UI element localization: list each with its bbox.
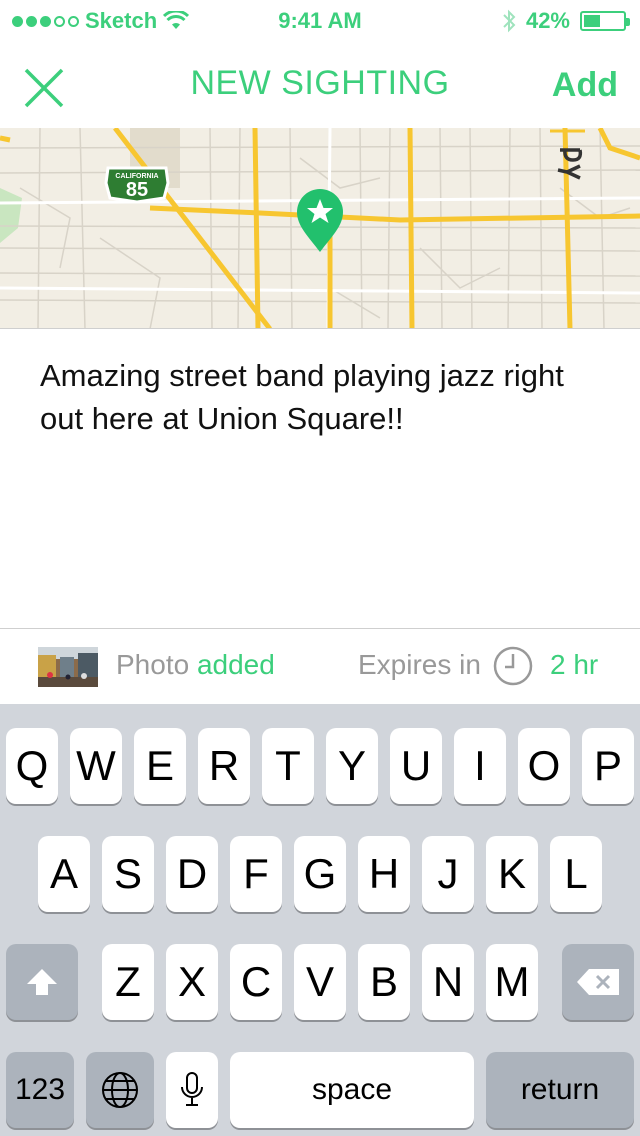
key-d[interactable]: D (166, 836, 218, 912)
key-g[interactable]: G (294, 836, 346, 912)
dictation-key[interactable] (166, 1052, 218, 1128)
key-i[interactable]: I (454, 728, 506, 804)
backspace-icon (577, 969, 619, 995)
status-bar: Sketch 9:41 AM 42% (0, 0, 640, 40)
key-s[interactable]: S (102, 836, 154, 912)
key-c[interactable]: C (230, 944, 282, 1020)
key-p[interactable]: P (582, 728, 634, 804)
key-a[interactable]: A (38, 836, 90, 912)
expires-duration[interactable]: 2 hr (550, 649, 598, 681)
key-q[interactable]: Q (6, 728, 58, 804)
status-right-group: 42% (502, 8, 630, 34)
battery-percent: 42% (525, 8, 570, 33)
photo-label: Photo (116, 649, 190, 680)
battery-icon (580, 11, 630, 31)
photo-added-label: added (196, 649, 275, 680)
key-t[interactable]: T (262, 728, 314, 804)
microphone-icon (181, 1072, 203, 1106)
key-l[interactable]: L (550, 836, 602, 912)
expires-label: Expires in (358, 649, 481, 680)
key-y[interactable]: Y (326, 728, 378, 804)
nav-bar: NEW SIGHTING Add (0, 40, 640, 128)
street-photo-image (38, 647, 98, 687)
key-e[interactable]: E (134, 728, 186, 804)
sighting-description-input[interactable]: Amazing street band playing jazz right o… (40, 354, 610, 440)
globe-key[interactable] (86, 1052, 154, 1128)
shift-arrow-icon (27, 969, 57, 995)
shift-key[interactable] (6, 944, 78, 1020)
space-key[interactable]: space (230, 1052, 474, 1128)
key-k[interactable]: K (486, 836, 538, 912)
globe-icon (102, 1072, 138, 1108)
add-button[interactable]: Add (552, 66, 618, 105)
key-n[interactable]: N (422, 944, 474, 1020)
key-b[interactable]: B (358, 944, 410, 1020)
page-title: NEW SIGHTING (190, 64, 450, 102)
keyboard: QWERTYUIOP ASDFGHJKL ZXCVBNM 123 space r… (0, 704, 640, 1136)
bluetooth-icon (503, 9, 516, 33)
numbers-key[interactable]: 123 (6, 1052, 74, 1128)
key-u[interactable]: U (390, 728, 442, 804)
clock-icon (493, 646, 533, 686)
key-o[interactable]: O (518, 728, 570, 804)
key-f[interactable]: F (230, 836, 282, 912)
key-h[interactable]: H (358, 836, 410, 912)
return-key[interactable]: return (486, 1052, 634, 1128)
key-x[interactable]: X (166, 944, 218, 1020)
sighting-info-row: Photo added Expires in 2 hr (0, 628, 640, 704)
key-r[interactable]: R (198, 728, 250, 804)
highway-shield-icon: CALIFORNIA 85 (104, 166, 170, 204)
key-v[interactable]: V (294, 944, 346, 1020)
photo-status: Photo added (116, 649, 275, 681)
delete-key[interactable] (562, 944, 634, 1020)
photo-thumbnail[interactable] (38, 647, 98, 687)
key-z[interactable]: Z (102, 944, 154, 1020)
location-map[interactable]: CALIFORNIA 85 (0, 128, 640, 329)
key-m[interactable]: M (486, 944, 538, 1020)
highway-shield-number: 85 (126, 179, 148, 201)
key-j[interactable]: J (422, 836, 474, 912)
battery-fill (584, 15, 600, 27)
map-streets: CALIFORNIA 85 (0, 128, 640, 328)
key-w[interactable]: W (70, 728, 122, 804)
